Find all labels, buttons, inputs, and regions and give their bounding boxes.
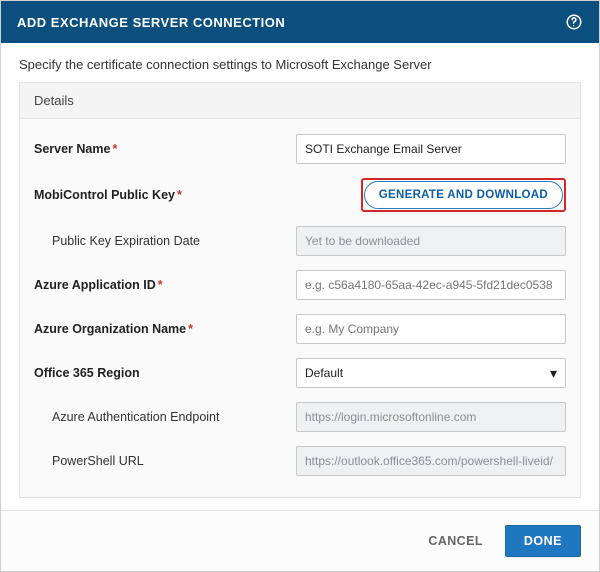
label-public-key: MobiControl Public Key* — [34, 188, 254, 202]
help-icon[interactable] — [565, 13, 583, 31]
chevron-down-icon: ▾ — [550, 365, 557, 382]
row-azure-org: Azure Organization Name* — [34, 307, 566, 351]
generate-button-highlight: GENERATE AND DOWNLOAD — [361, 178, 566, 212]
dialog-header: ADD EXCHANGE SERVER CONNECTION — [1, 1, 599, 43]
label-azure-app-id: Azure Application ID* — [34, 278, 254, 292]
expiration-field: Yet to be downloaded — [296, 226, 566, 256]
dialog-subhead: Specify the certificate connection setti… — [1, 43, 599, 82]
region-value: Default — [305, 366, 343, 380]
label-auth-endpoint: Azure Authentication Endpoint — [34, 410, 254, 424]
label-powershell: PowerShell URL — [34, 454, 254, 468]
server-name-input[interactable] — [296, 134, 566, 164]
generate-download-button[interactable]: GENERATE AND DOWNLOAD — [364, 181, 563, 209]
details-form: Server Name* MobiControl Public Key* GEN… — [20, 119, 580, 497]
exchange-connection-dialog: ADD EXCHANGE SERVER CONNECTION Specify t… — [0, 0, 600, 572]
row-public-key: MobiControl Public Key* GENERATE AND DOW… — [34, 171, 566, 219]
dialog-footer: CANCEL DONE — [1, 510, 599, 571]
done-button[interactable]: DONE — [505, 525, 581, 557]
label-server-name: Server Name* — [34, 142, 254, 156]
cancel-button[interactable]: CANCEL — [420, 528, 490, 554]
row-region: Office 365 Region Default ▾ — [34, 351, 566, 395]
row-expiration: Public Key Expiration Date Yet to be dow… — [34, 219, 566, 263]
dialog-title: ADD EXCHANGE SERVER CONNECTION — [17, 15, 285, 30]
label-region: Office 365 Region — [34, 366, 254, 380]
azure-org-input[interactable] — [296, 314, 566, 344]
row-azure-app-id: Azure Application ID* — [34, 263, 566, 307]
row-server-name: Server Name* — [34, 127, 566, 171]
details-panel: Details Server Name* MobiControl Public … — [19, 82, 581, 498]
panel-title: Details — [20, 83, 580, 119]
row-powershell: PowerShell URL https://outlook.office365… — [34, 439, 566, 483]
region-select[interactable]: Default ▾ — [296, 358, 566, 388]
required-marker: * — [112, 142, 117, 156]
row-auth-endpoint: Azure Authentication Endpoint https://lo… — [34, 395, 566, 439]
required-marker: * — [158, 278, 163, 292]
label-azure-org: Azure Organization Name* — [34, 322, 254, 336]
label-expiration: Public Key Expiration Date — [34, 234, 254, 248]
azure-app-id-input[interactable] — [296, 270, 566, 300]
auth-endpoint-field: https://login.microsoftonline.com — [296, 402, 566, 432]
required-marker: * — [177, 188, 182, 202]
powershell-field: https://outlook.office365.com/powershell… — [296, 446, 566, 476]
required-marker: * — [188, 322, 193, 336]
